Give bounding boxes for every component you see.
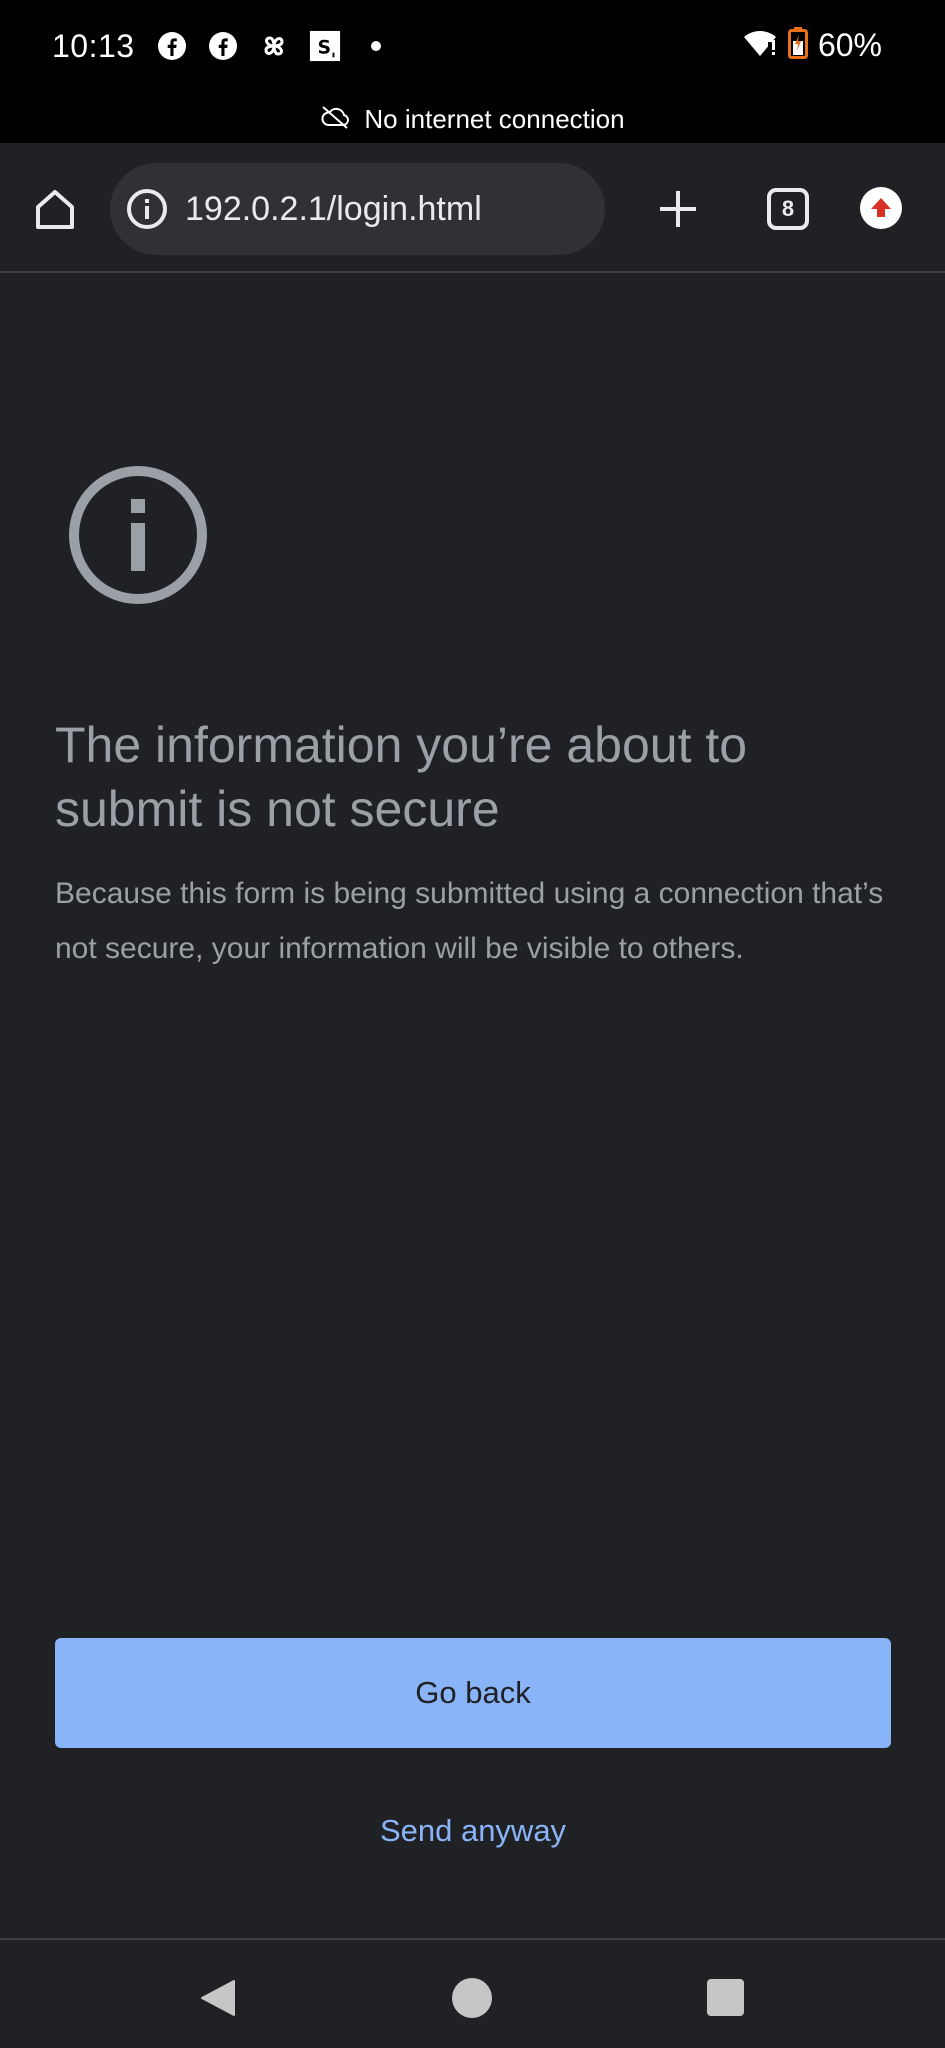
- notification-icons: S: [156, 30, 392, 62]
- cloud-off-icon: [320, 105, 350, 134]
- battery-icon: [787, 27, 808, 64]
- arrow-up-icon: [871, 198, 891, 217]
- page-description: Because this form is being submitted usi…: [55, 877, 884, 965]
- recents-icon[interactable]: [707, 1979, 744, 2016]
- info-icon: [69, 466, 207, 604]
- update-button[interactable]: [860, 187, 902, 229]
- site-info-icon[interactable]: [125, 187, 169, 231]
- address-bar[interactable]: 192.0.2.1/login.html: [110, 163, 605, 255]
- status-right: 60%: [742, 27, 882, 64]
- pinwheel-icon: [258, 30, 290, 62]
- tab-count: 8: [781, 196, 795, 221]
- new-tab-button[interactable]: [652, 183, 704, 235]
- url-text: 192.0.2.1/login.html: [185, 189, 482, 228]
- page-title: The information you’re about to submit i…: [55, 717, 748, 837]
- tab-switcher-button[interactable]: 8: [767, 188, 809, 230]
- battery-percentage: 60%: [817, 27, 882, 63]
- dot-icon: [360, 30, 392, 62]
- facebook-icon: [156, 30, 188, 62]
- home-icon: [36, 190, 74, 229]
- send-anyway-button[interactable]: Send anyway: [322, 1805, 624, 1857]
- browser-toolbar: 192.0.2.1/login.html 8: [0, 143, 945, 273]
- status-bar: 10:13 S 60%: [0, 0, 945, 95]
- back-icon[interactable]: [198, 1978, 238, 2018]
- home-nav-icon[interactable]: [452, 1978, 492, 2018]
- wifi-icon: [742, 28, 778, 63]
- offline-banner: No internet connection: [0, 95, 945, 143]
- offline-text: No internet connection: [364, 103, 625, 134]
- home-button[interactable]: [28, 183, 82, 237]
- go-back-button[interactable]: Go back: [55, 1638, 891, 1748]
- status-time: 10:13: [52, 28, 135, 64]
- plus-icon: [660, 191, 696, 227]
- s-app-icon: S: [309, 30, 341, 62]
- svg-text:S: S: [317, 38, 331, 59]
- system-nav-bar: [0, 1938, 945, 2048]
- facebook-icon: [207, 30, 239, 62]
